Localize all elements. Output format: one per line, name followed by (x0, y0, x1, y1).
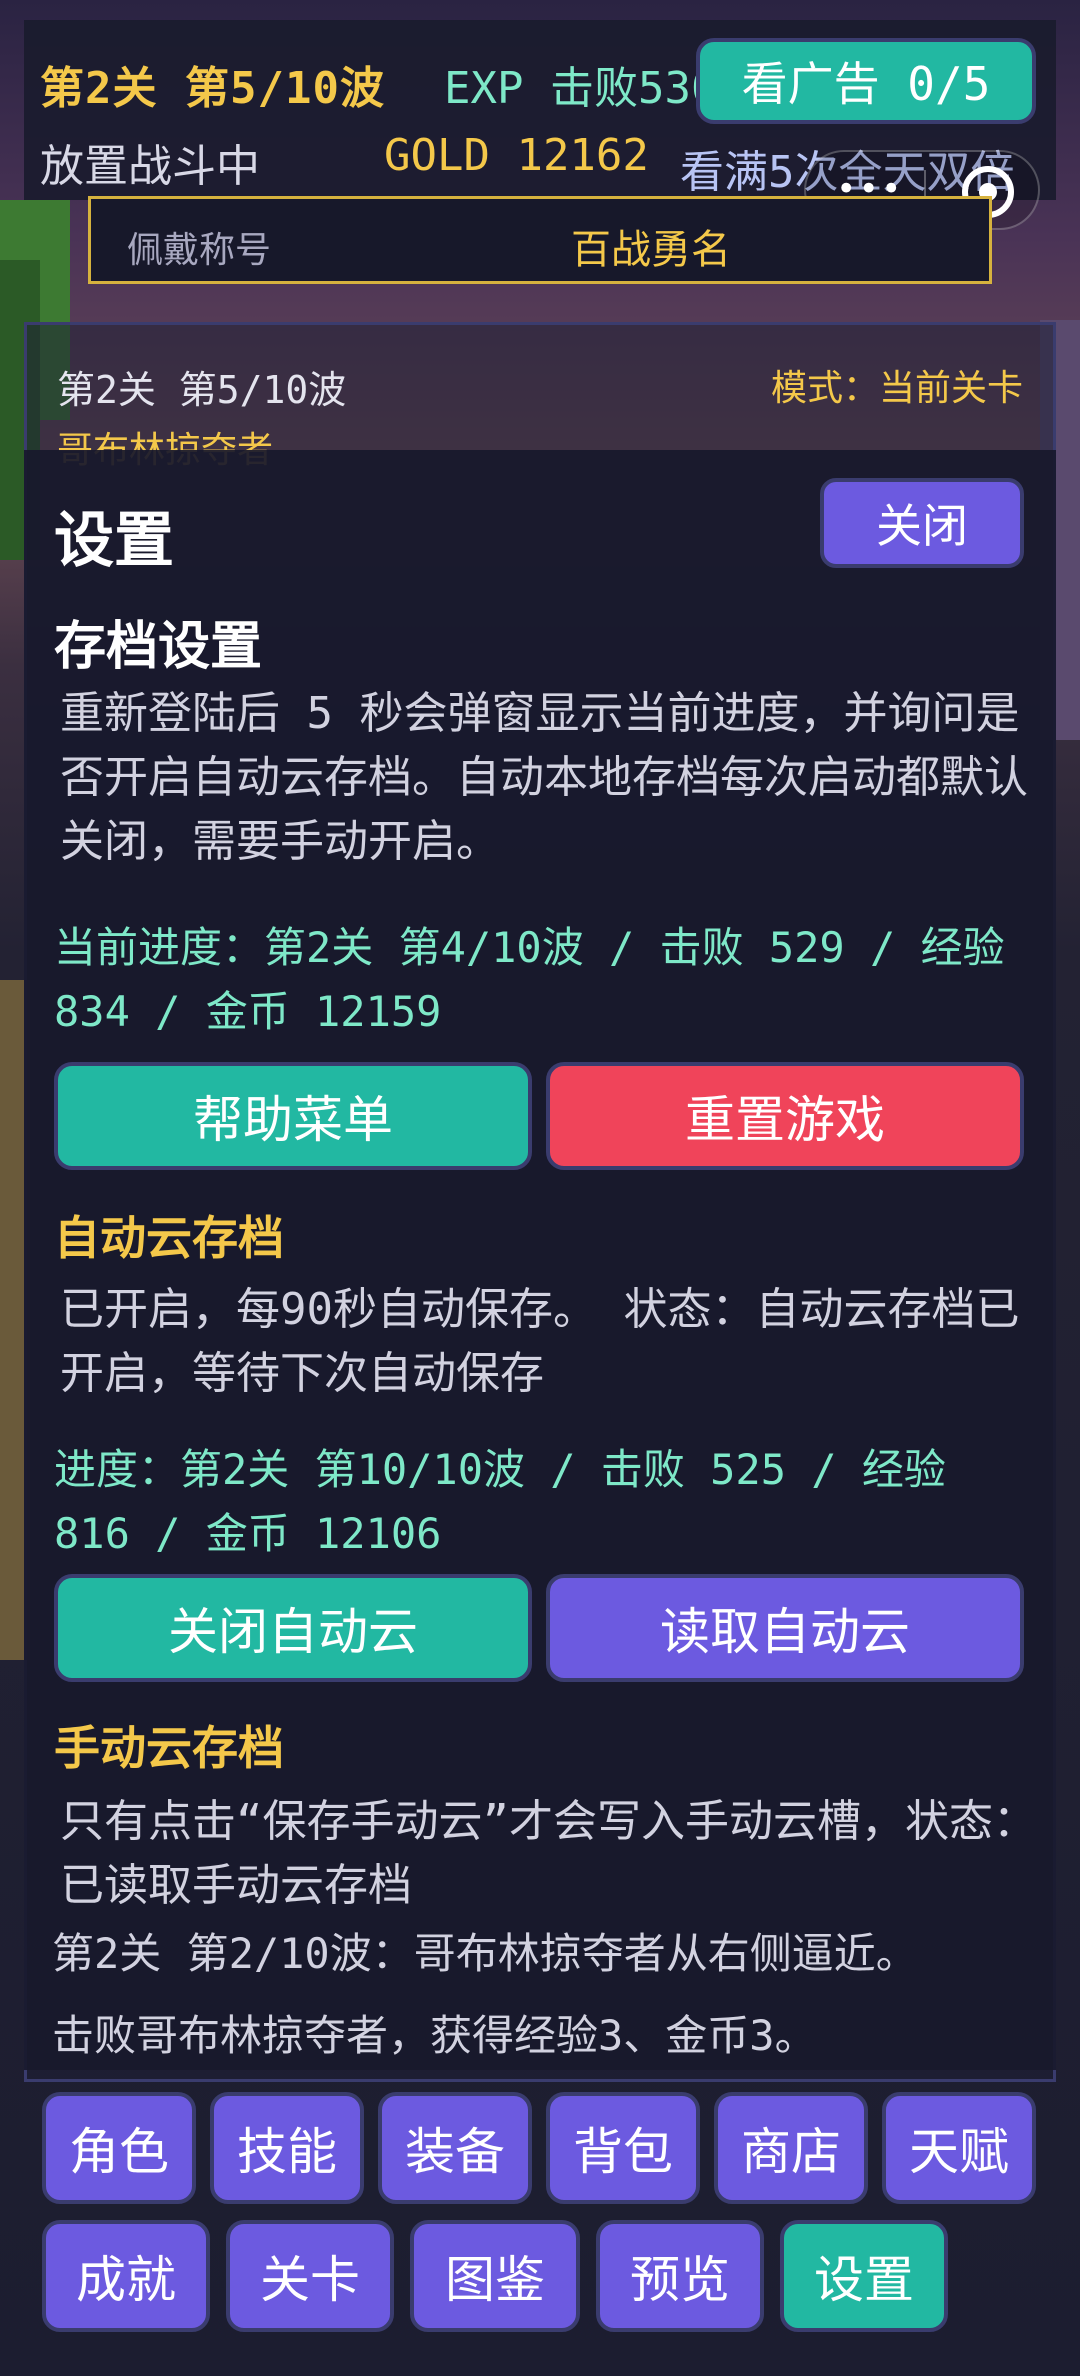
bottom-nav: 角色 技能 装备 背包 商店 天赋 成就 关卡 图鉴 预览 设置 (0, 2084, 1080, 2376)
equipped-title-bar[interactable]: 佩戴称号 百战勇名 (88, 196, 992, 284)
watch-ad-button[interactable]: 看广告 0/5 (696, 38, 1036, 124)
gold-label: GOLD 12162 (384, 130, 649, 181)
nav-preview[interactable]: 预览 (596, 2220, 764, 2332)
help-menu-button[interactable]: 帮助菜单 (54, 1062, 532, 1170)
battle-status-label: 放置战斗中 (40, 141, 260, 192)
manual-cloud-title: 手动云存档 (54, 1721, 284, 1775)
nav-talents[interactable]: 天赋 (882, 2092, 1036, 2204)
auto-cloud-description: 已开启，每90秒自动保存。 状态：自动云存档已开启，等待下次自动保存 (60, 1284, 1020, 1399)
equipped-title-label: 佩戴称号 (127, 230, 272, 271)
nav-shop[interactable]: 商店 (714, 2092, 868, 2204)
close-auto-cloud-button[interactable]: 关闭自动云 (54, 1574, 532, 1682)
nav-codex[interactable]: 图鉴 (410, 2220, 580, 2332)
manual-cloud-description: 只有点击“保存手动云”才会写入手动云槽，状态：已读取手动云存档 (60, 1796, 1037, 1911)
stage-wave-label: 第2关 第5/10波 (40, 63, 385, 114)
battle-log-entry: 第2关 第2/10波：哥布林掠夺者从右侧逼近。 (52, 1929, 918, 1978)
auto-cloud-progress: 进度：第2关 第10/10波 / 击败 525 / 经验 816 / 金币 12… (54, 1445, 946, 1558)
battle-mode: 模式：当前关卡 (770, 368, 1023, 409)
exp-kills-label: EXP 击败530 (444, 63, 718, 114)
nav-achievements[interactable]: 成就 (42, 2220, 210, 2332)
close-button[interactable]: 关闭 (820, 478, 1024, 568)
auto-cloud-title: 自动云存档 (54, 1211, 284, 1265)
load-auto-cloud-button[interactable]: 读取自动云 (546, 1574, 1024, 1682)
modal-title: 设置 (54, 506, 174, 576)
save-settings-description: 重新登陆后 5 秒会弹窗显示当前进度，并询问是否开启自动云存档。自动本地存档每次… (60, 688, 1028, 867)
nav-character[interactable]: 角色 (42, 2092, 196, 2204)
nav-settings[interactable]: 设置 (780, 2220, 948, 2332)
reset-game-button[interactable]: 重置游戏 (546, 1062, 1024, 1170)
nav-stages[interactable]: 关卡 (226, 2220, 394, 2332)
settings-modal: 设置 关闭 存档设置 重新登陆后 5 秒会弹窗显示当前进度，并询问是否开启自动云… (24, 450, 1056, 2070)
battle-stage-wave: 第2关 第5/10波 (57, 368, 347, 412)
battle-log-entry: 击败哥布林掠夺者，获得经验3、金币3。 (52, 2011, 817, 2060)
current-progress: 当前进度：第2关 第4/10波 / 击败 529 / 经验 834 / 金币 1… (54, 923, 1005, 1036)
nav-skills[interactable]: 技能 (210, 2092, 364, 2204)
nav-equipment[interactable]: 装备 (378, 2092, 532, 2204)
equipped-title-value: 百战勇名 (571, 227, 731, 273)
nav-backpack[interactable]: 背包 (546, 2092, 700, 2204)
save-settings-title: 存档设置 (54, 617, 263, 677)
